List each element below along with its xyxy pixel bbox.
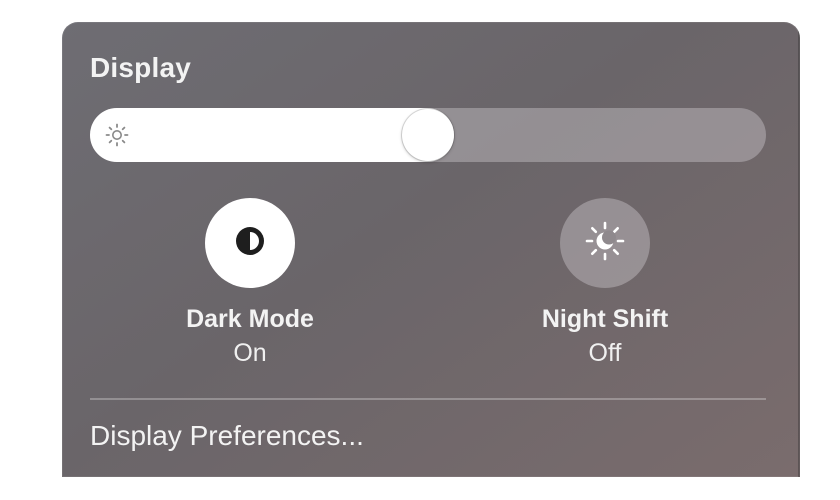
dark-mode-toggle[interactable]: Dark Mode On <box>150 198 350 368</box>
dark-mode-label: Dark Mode <box>186 305 314 333</box>
brightness-slider[interactable] <box>90 108 766 162</box>
display-panel: Display Dark Mode On Night Shift Off Dis… <box>62 22 800 477</box>
brightness-slider-fill <box>90 108 454 162</box>
display-preferences-link[interactable]: Display Preferences... <box>90 420 364 452</box>
night-shift-label: Night Shift <box>541 305 669 333</box>
dark-mode-button[interactable] <box>205 198 295 288</box>
night-shift-icon <box>583 219 627 268</box>
divider <box>90 398 766 400</box>
night-shift-state: Off <box>588 339 622 367</box>
sun-small-icon <box>104 122 130 148</box>
brightness-slider-knob[interactable] <box>402 109 454 161</box>
night-shift-button[interactable] <box>560 198 650 288</box>
section-title: Display <box>90 52 191 83</box>
dark-mode-icon <box>230 221 270 266</box>
dark-mode-state: On <box>233 339 267 367</box>
night-shift-toggle[interactable]: Night Shift Off <box>505 198 705 368</box>
